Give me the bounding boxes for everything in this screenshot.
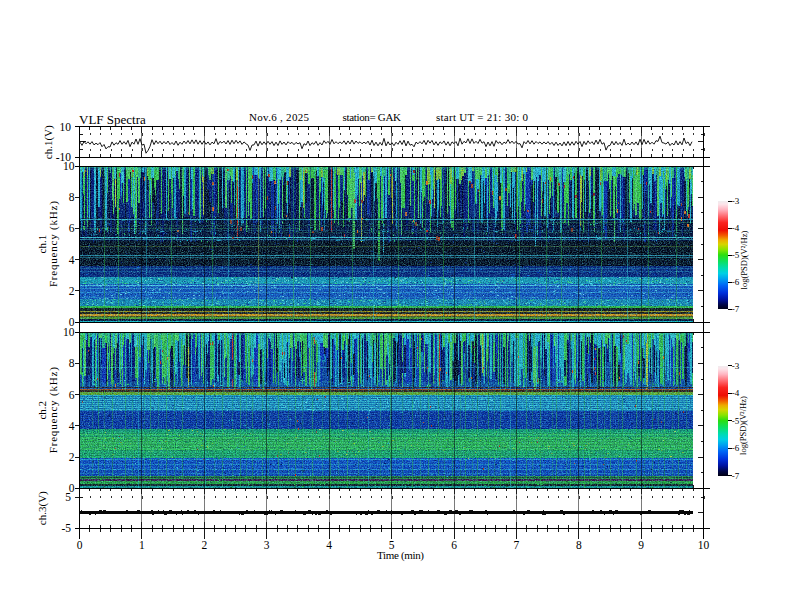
svg-text:VLF Spectra: VLF Spectra bbox=[79, 112, 146, 127]
svg-text:10: 10 bbox=[698, 539, 710, 551]
svg-text:log(PSD)(V²/Hz): log(PSD)(V²/Hz) bbox=[739, 230, 749, 289]
svg-text:3: 3 bbox=[264, 539, 270, 551]
svg-text:9: 9 bbox=[638, 539, 644, 551]
svg-text:1: 1 bbox=[139, 539, 145, 551]
svg-text:-5: -5 bbox=[61, 522, 71, 534]
svg-text:8: 8 bbox=[69, 357, 75, 369]
svg-text:4: 4 bbox=[326, 539, 332, 551]
svg-text:log(PSD)(V²/Hz): log(PSD)(V²/Hz) bbox=[739, 396, 749, 455]
svg-text:6: 6 bbox=[451, 539, 457, 551]
svg-text:6: 6 bbox=[69, 222, 75, 234]
svg-text:7: 7 bbox=[514, 539, 520, 551]
svg-text:8: 8 bbox=[69, 191, 75, 203]
svg-text:-7: -7 bbox=[732, 471, 740, 481]
svg-text:5: 5 bbox=[65, 491, 71, 503]
svg-text:0: 0 bbox=[77, 539, 83, 551]
svg-text:station= GAK: station= GAK bbox=[343, 111, 402, 123]
svg-text:6: 6 bbox=[69, 389, 75, 401]
svg-text:2: 2 bbox=[69, 451, 75, 463]
svg-text:10: 10 bbox=[63, 160, 75, 172]
svg-text:ch.1(V): ch.1(V) bbox=[42, 125, 55, 159]
svg-text:-7: -7 bbox=[732, 304, 740, 314]
svg-text:4: 4 bbox=[69, 420, 75, 432]
svg-text:-3: -3 bbox=[732, 361, 740, 371]
svg-text:Nov.6 , 2025: Nov.6 , 2025 bbox=[249, 111, 310, 123]
svg-text:2: 2 bbox=[201, 539, 207, 551]
svg-text:Time (min): Time (min) bbox=[377, 549, 424, 562]
svg-text:4: 4 bbox=[69, 254, 75, 266]
svg-text:Frequency (kHz): Frequency (kHz) bbox=[48, 367, 61, 453]
svg-text:start UT = 21: 30: 0: start UT = 21: 30: 0 bbox=[436, 111, 529, 123]
svg-text:2: 2 bbox=[69, 285, 75, 297]
svg-text:8: 8 bbox=[576, 539, 582, 551]
svg-text:Frequency (kHz): Frequency (kHz) bbox=[48, 201, 61, 287]
svg-text:10: 10 bbox=[63, 326, 75, 338]
svg-text:10: 10 bbox=[60, 121, 72, 133]
svg-text:-3: -3 bbox=[732, 196, 740, 206]
svg-text:ch.3(V): ch.3(V) bbox=[37, 491, 50, 525]
